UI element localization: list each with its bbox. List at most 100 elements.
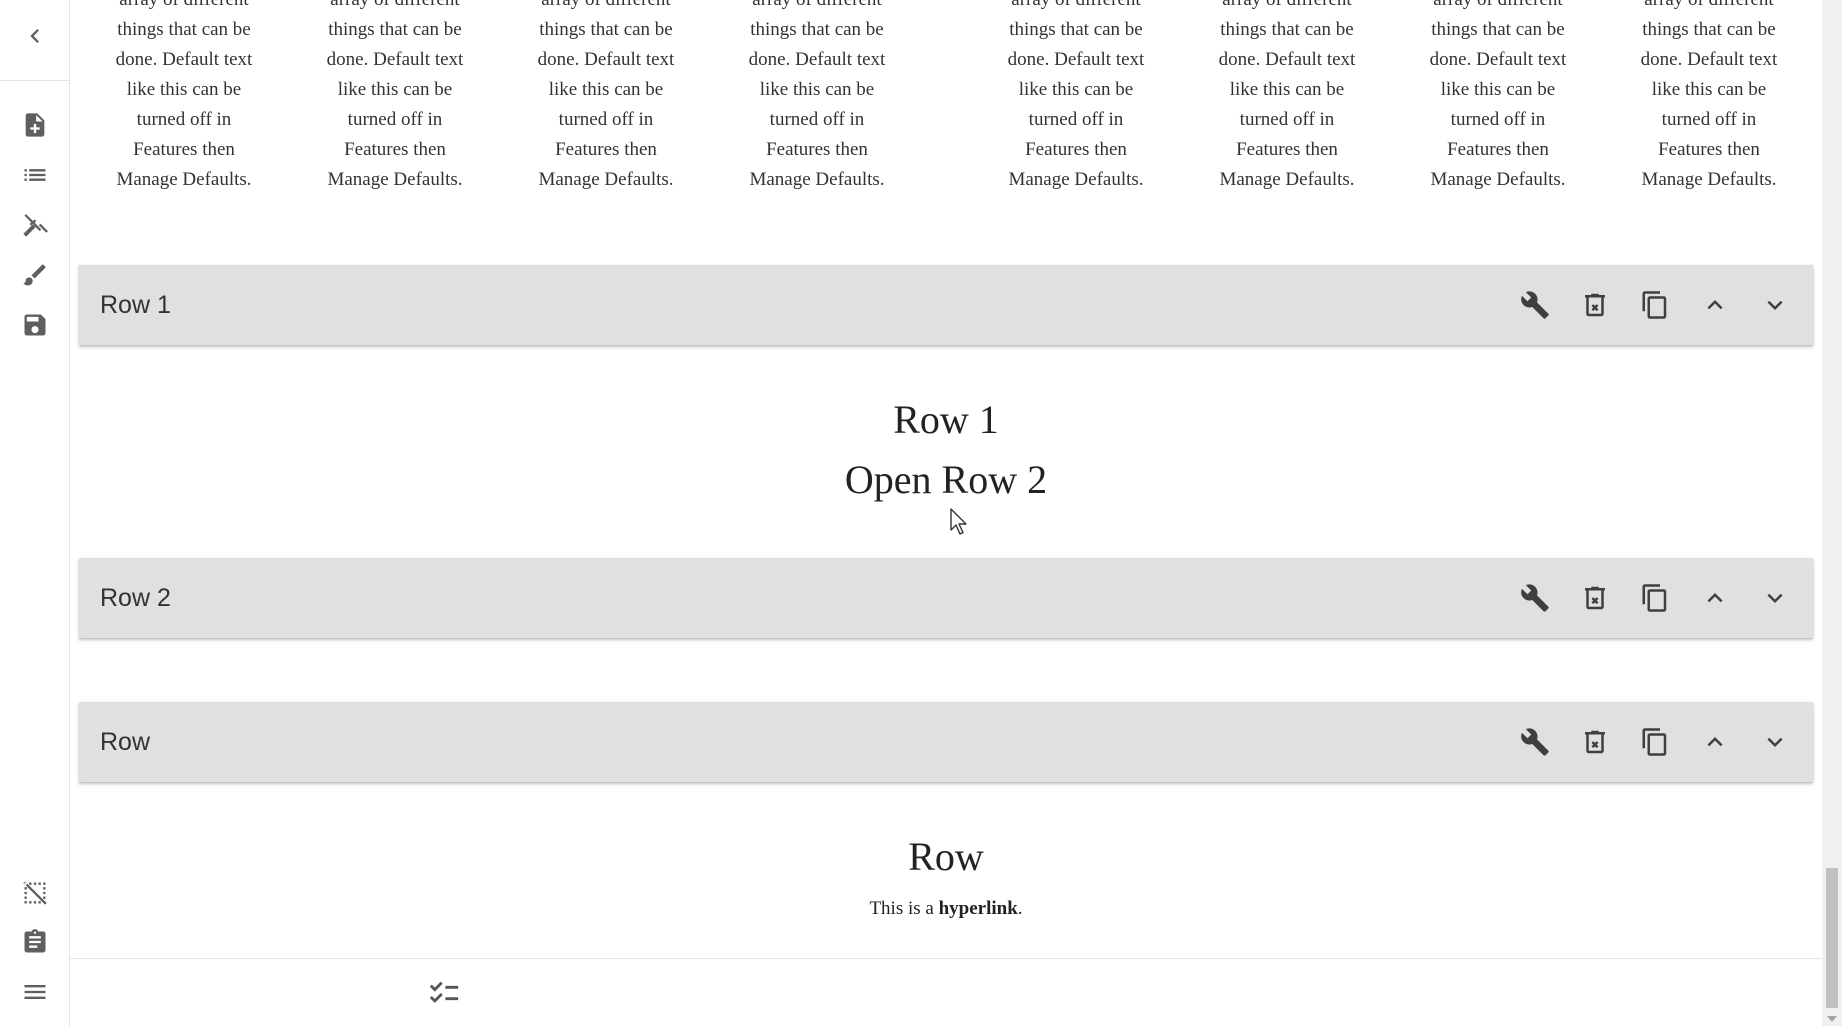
delete-icon[interactable]: [1565, 275, 1625, 335]
default-text-line: Features then: [133, 139, 235, 160]
default-text-line: turned off in: [1028, 109, 1124, 130]
row-toolbar-3[interactable]: Row: [79, 702, 1813, 782]
wrench-icon[interactable]: [1505, 712, 1565, 772]
default-text-line: array of different: [1614, 0, 1804, 15]
row-title: Row 2: [100, 584, 171, 612]
default-text-line: Features then: [1447, 139, 1549, 160]
default-text-line: Manage Defaults.: [1641, 169, 1777, 190]
default-text-line: Manage Defaults.: [538, 169, 674, 190]
default-text-column: array of different things that can be done…: [1403, 0, 1593, 195]
default-text-line: array of different: [511, 0, 701, 15]
default-text-line: Manage Defaults.: [1430, 169, 1566, 190]
default-text-line: things that can be: [117, 19, 251, 40]
default-text-column: array of different things that can be done…: [1192, 0, 1382, 195]
default-text-line: done. Default text: [748, 49, 886, 70]
copy-icon[interactable]: [1625, 568, 1685, 628]
default-text-line: Manage Defaults.: [327, 169, 463, 190]
clipboard-icon[interactable]: [15, 922, 55, 962]
delete-icon[interactable]: [1565, 712, 1625, 772]
tools-icon[interactable]: [15, 205, 55, 245]
chevron-left-icon[interactable]: [15, 16, 55, 56]
scroll-down-arrow-icon[interactable]: [1827, 1016, 1837, 1022]
default-text-line: things that can be: [1642, 19, 1776, 40]
default-text-line: things that can be: [328, 19, 462, 40]
page-scrollbar[interactable]: [1822, 0, 1842, 1026]
select-off-icon[interactable]: [15, 873, 55, 913]
default-text-line: Features then: [1658, 139, 1760, 160]
default-text-line: done. Default text: [1640, 49, 1778, 70]
default-text-line: done. Default text: [326, 49, 464, 70]
default-text-line: turned off in: [1661, 109, 1757, 130]
editor-sidebar: [0, 0, 70, 1026]
default-text-line: things that can be: [750, 19, 884, 40]
default-text-line: array of different: [89, 0, 279, 15]
copy-icon[interactable]: [1625, 275, 1685, 335]
default-text-line: Features then: [1025, 139, 1127, 160]
row-paragraph: This is a hyperlink.: [70, 896, 1822, 922]
default-text-line: turned off in: [1239, 109, 1335, 130]
mouse-cursor-icon: [950, 508, 967, 535]
delete-icon[interactable]: [1565, 568, 1625, 628]
default-text-line: done. Default text: [1007, 49, 1145, 70]
paragraph-end: .: [1017, 898, 1023, 919]
bottom-toolbar: [70, 958, 1822, 1026]
default-text-line: like this can be: [126, 79, 242, 100]
list-icon[interactable]: [15, 155, 55, 195]
floppy-disk-icon[interactable]: [15, 305, 55, 345]
default-text-line: things that can be: [1220, 19, 1354, 40]
default-text-line: things that can be: [1431, 19, 1565, 40]
scrollbar-thumb[interactable]: [1826, 868, 1838, 1008]
brush-icon[interactable]: [15, 255, 55, 295]
wrench-icon[interactable]: [1505, 568, 1565, 628]
checklist-icon[interactable]: [420, 969, 468, 1017]
default-text-line: like this can be: [759, 79, 875, 100]
default-text-column: array of different things that can be done…: [981, 0, 1171, 195]
row-title: Row: [100, 728, 151, 756]
default-text-line: turned off in: [558, 109, 654, 130]
sidebar-divider: [0, 80, 70, 81]
default-text-line: like this can be: [1651, 79, 1767, 100]
row-tools: [1505, 265, 1805, 345]
hyperlink[interactable]: hyperlink: [939, 898, 1018, 919]
copy-icon[interactable]: [1625, 712, 1685, 772]
chevron-up-icon[interactable]: [1685, 568, 1745, 628]
default-text-column: array of different things that can be done…: [300, 0, 490, 195]
default-text-line: like this can be: [1440, 79, 1556, 100]
chevron-down-icon[interactable]: [1745, 275, 1805, 335]
default-text-line: done. Default text: [537, 49, 675, 70]
chevron-up-icon[interactable]: [1685, 275, 1745, 335]
hamburger-menu-icon[interactable]: [15, 972, 55, 1012]
default-text-line: things that can be: [1009, 19, 1143, 40]
chevron-up-icon[interactable]: [1685, 712, 1745, 772]
default-text-line: Manage Defaults.: [749, 169, 885, 190]
row-tools: [1505, 558, 1805, 638]
row-1-subheading: Open Row 2: [844, 457, 1048, 502]
row-tools: [1505, 702, 1805, 782]
paragraph-text: This is a: [869, 898, 939, 919]
default-text-line: things that can be: [539, 19, 673, 40]
row-toolbar-1[interactable]: Row 1: [79, 265, 1813, 345]
default-text-column: array of different things that can be done…: [1614, 0, 1804, 195]
default-text-line: turned off in: [769, 109, 865, 130]
note-add-icon[interactable]: [15, 105, 55, 145]
wrench-icon[interactable]: [1505, 275, 1565, 335]
default-text-line: done. Default text: [115, 49, 253, 70]
default-text-line: done. Default text: [1429, 49, 1567, 70]
row-toolbar-2[interactable]: Row 2: [79, 558, 1813, 638]
chevron-down-icon[interactable]: [1745, 568, 1805, 628]
default-text-line: like this can be: [1018, 79, 1134, 100]
default-text-column: array of different things that can be done…: [511, 0, 701, 195]
default-text-line: array of different: [722, 0, 912, 15]
chevron-down-icon[interactable]: [1745, 712, 1805, 772]
default-text-line: like this can be: [548, 79, 664, 100]
default-text-line: array of different: [1192, 0, 1382, 15]
default-text-line: Features then: [1236, 139, 1338, 160]
default-text-line: like this can be: [337, 79, 453, 100]
default-text-line: array of different: [300, 0, 490, 15]
default-text-line: Manage Defaults.: [1008, 169, 1144, 190]
page-canvas: array of different things that can be done…: [70, 0, 1822, 958]
row-title: Row 1: [100, 291, 171, 319]
row-1-heading: Row 1: [893, 397, 999, 442]
default-text-line: turned off in: [347, 109, 443, 130]
row-heading: Row: [908, 834, 984, 879]
